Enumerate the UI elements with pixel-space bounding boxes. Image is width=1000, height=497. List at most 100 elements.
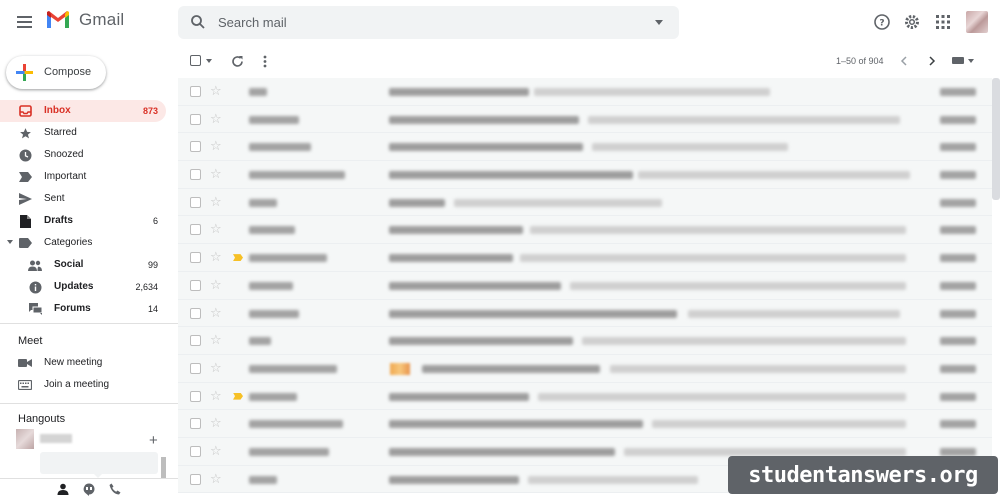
row-checkbox[interactable] <box>190 473 201 485</box>
sidebar-item-forums[interactable]: Forums 14 <box>0 298 166 320</box>
sidebar-item-starred[interactable]: Starred <box>0 122 166 144</box>
sidebar-item-sent[interactable]: Sent <box>0 188 166 210</box>
sidebar-item-drafts[interactable]: Drafts 6 <box>0 210 166 232</box>
refresh-icon[interactable] <box>230 54 244 68</box>
select-all-checkbox[interactable] <box>190 55 201 66</box>
hangouts-avatar[interactable] <box>16 429 34 449</box>
new-meeting-button[interactable]: New meeting <box>0 352 166 374</box>
mail-row[interactable]: ☆ <box>178 271 992 300</box>
star-toggle-icon[interactable]: ☆ <box>210 389 222 402</box>
row-checkbox[interactable] <box>190 418 201 430</box>
mail-row[interactable]: ☆ <box>178 188 992 217</box>
mail-row[interactable]: ☆ <box>178 78 992 106</box>
importance-marker-icon[interactable] <box>233 282 243 289</box>
hangouts-chat-icon[interactable] <box>82 482 96 496</box>
sidebar-item-updates[interactable]: Updates 2,634 <box>0 276 166 298</box>
importance-marker-icon[interactable] <box>233 143 243 150</box>
star-toggle-icon[interactable]: ☆ <box>210 139 222 152</box>
star-toggle-icon[interactable]: ☆ <box>210 84 222 97</box>
row-checkbox[interactable] <box>190 196 201 208</box>
mail-row[interactable]: ☆ <box>178 244 992 272</box>
importance-marker-icon[interactable] <box>233 448 243 455</box>
select-options-icon[interactable] <box>206 59 212 63</box>
mail-row[interactable]: ☆ <box>178 105 992 134</box>
importance-marker-icon[interactable] <box>233 392 243 400</box>
importance-marker-icon[interactable] <box>233 226 243 233</box>
sender-name <box>249 475 277 484</box>
row-checkbox[interactable] <box>190 279 201 291</box>
row-checkbox[interactable] <box>190 362 201 374</box>
importance-marker-icon[interactable] <box>233 254 243 262</box>
importance-marker-icon[interactable] <box>233 116 243 123</box>
hangouts-scrollbar[interactable] <box>161 457 166 479</box>
older-page-icon[interactable] <box>925 54 939 68</box>
row-checkbox[interactable] <box>190 445 201 457</box>
mail-row[interactable]: ☆ <box>178 354 992 383</box>
importance-marker-icon[interactable] <box>233 199 243 206</box>
row-checkbox[interactable] <box>190 141 201 153</box>
star-toggle-icon[interactable]: ☆ <box>210 444 222 457</box>
mail-list-scrollbar[interactable] <box>992 78 1000 200</box>
importance-marker-icon[interactable] <box>233 420 243 427</box>
join-meeting-button[interactable]: Join a meeting <box>0 374 166 396</box>
search-options-icon[interactable] <box>655 20 663 25</box>
row-checkbox[interactable] <box>190 169 201 181</box>
row-checkbox[interactable] <box>190 335 201 347</box>
star-toggle-icon[interactable]: ☆ <box>210 222 222 235</box>
sidebar-item-inbox[interactable]: Inbox 873 <box>0 100 166 122</box>
importance-marker-icon[interactable] <box>233 171 243 178</box>
mail-row[interactable]: ☆ <box>178 161 992 189</box>
star-toggle-icon[interactable]: ☆ <box>210 472 222 485</box>
input-tools-icon[interactable] <box>952 57 964 64</box>
row-checkbox[interactable] <box>190 252 201 264</box>
menu-icon[interactable] <box>14 11 36 33</box>
star-toggle-icon[interactable]: ☆ <box>210 333 222 346</box>
star-toggle-icon[interactable]: ☆ <box>210 195 222 208</box>
star-toggle-icon[interactable]: ☆ <box>210 361 222 374</box>
importance-marker-icon[interactable] <box>233 310 243 317</box>
search-bar[interactable]: Search mail <box>178 6 679 39</box>
row-checkbox[interactable] <box>190 113 201 125</box>
sidebar-item-social[interactable]: Social 99 <box>0 254 166 276</box>
importance-marker-icon[interactable] <box>233 365 243 372</box>
input-tools-caret-icon[interactable] <box>968 59 974 63</box>
star-toggle-icon[interactable]: ☆ <box>210 112 222 125</box>
mail-row[interactable]: ☆ <box>178 299 992 328</box>
person-icon[interactable] <box>56 482 70 496</box>
mail-row[interactable]: ☆ <box>178 382 992 411</box>
importance-marker-icon[interactable] <box>233 476 243 483</box>
row-checkbox[interactable] <box>190 224 201 236</box>
sidebar-item-important[interactable]: Important <box>0 166 166 188</box>
mail-row[interactable]: ☆ <box>178 216 992 245</box>
settings-icon[interactable] <box>902 12 922 32</box>
importance-marker-icon[interactable] <box>233 88 243 95</box>
sidebar-item-categories[interactable]: Categories <box>0 232 166 254</box>
sidebar-item-snoozed[interactable]: Snoozed <box>0 144 166 166</box>
mail-row[interactable]: ☆ <box>178 410 992 438</box>
search-input[interactable]: Search mail <box>218 15 287 30</box>
mail-row[interactable]: ☆ <box>178 133 992 162</box>
star-toggle-icon[interactable]: ☆ <box>210 278 222 291</box>
mail-row[interactable]: ☆ <box>178 327 992 355</box>
compose-button[interactable]: Compose <box>6 56 106 89</box>
add-contact-icon[interactable]: + <box>149 432 158 449</box>
star-toggle-icon[interactable]: ☆ <box>210 250 222 263</box>
apps-grid-icon[interactable] <box>933 12 953 32</box>
expand-caret-icon[interactable] <box>7 240 13 244</box>
account-avatar[interactable] <box>966 11 988 33</box>
hangouts-user-name[interactable] <box>40 434 72 443</box>
more-options-icon[interactable] <box>258 54 272 68</box>
gmail-logo[interactable]: Gmail <box>45 10 124 30</box>
help-icon[interactable]: ? <box>872 12 892 32</box>
star-toggle-icon[interactable]: ☆ <box>210 167 222 180</box>
newer-page-icon[interactable] <box>897 54 911 68</box>
row-checkbox[interactable] <box>190 390 201 402</box>
search-icon[interactable] <box>190 14 206 30</box>
phone-icon[interactable] <box>108 482 122 496</box>
row-checkbox[interactable] <box>190 86 201 97</box>
star-toggle-icon[interactable]: ☆ <box>210 416 222 429</box>
star-toggle-icon[interactable]: ☆ <box>210 306 222 319</box>
importance-marker-icon[interactable] <box>233 337 243 344</box>
row-checkbox[interactable] <box>190 307 201 319</box>
attachment-thumbnail[interactable] <box>390 362 410 375</box>
